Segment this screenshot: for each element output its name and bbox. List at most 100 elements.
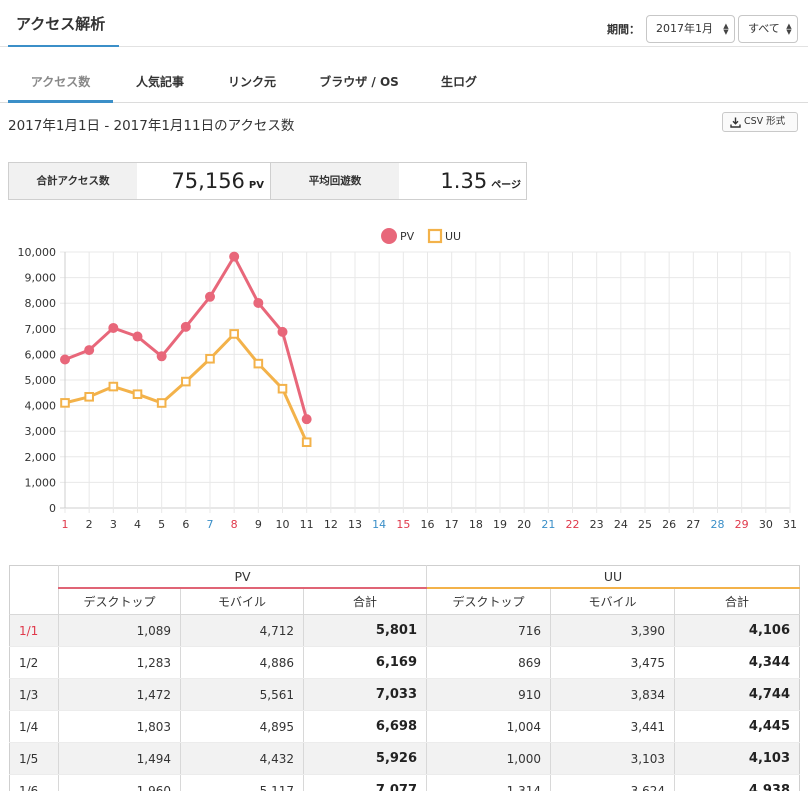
x-tick-label: 29 [735, 518, 749, 531]
x-tick-label: 10 [276, 518, 290, 531]
filter-select-value: すべて [748, 22, 780, 35]
csv-export-button[interactable]: CSV 形式 [722, 112, 798, 132]
tab-referrers[interactable]: リンク元 [214, 62, 290, 102]
x-tick-label: 23 [590, 518, 604, 531]
table-cell: 6,698 [303, 710, 428, 743]
month-select[interactable]: 2017年1月 ▲ ▼ [646, 15, 735, 43]
average-pages-value: 1.35 ページ [399, 163, 521, 199]
y-tick-label: 3,000 [25, 425, 57, 438]
x-tick-label: 3 [110, 518, 117, 531]
x-tick-label: 22 [566, 518, 580, 531]
select-arrows-icon: ▲ ▼ [786, 22, 792, 36]
table-cell: 3,390 [550, 614, 676, 647]
y-tick-label: 1,000 [25, 476, 57, 489]
data-point-uu [132, 389, 143, 400]
x-tick-label: 27 [686, 518, 700, 531]
data-point-pv [180, 321, 191, 332]
table-cell: 1,803 [58, 710, 181, 743]
column-header: デスクトップ [58, 587, 181, 615]
y-tick-label: 0 [49, 502, 56, 515]
title-underline [8, 45, 119, 47]
x-tick-label: 25 [638, 518, 652, 531]
page-title: アクセス解析 [16, 15, 106, 33]
y-tick-label: 6,000 [25, 348, 57, 361]
x-tick-label: 13 [348, 518, 362, 531]
x-tick-label: 2 [86, 518, 93, 531]
table-cell: 4,895 [180, 710, 304, 743]
tab-raw-log[interactable]: 生ログ [428, 62, 490, 102]
period-label: 期間： [607, 23, 640, 36]
x-tick-label: 21 [541, 518, 555, 531]
table-cell: 3,103 [550, 742, 676, 775]
group-header-pv: PV [58, 565, 428, 589]
table-row: 1/5 1,494 4,432 5,926 1,000 3,103 4,103 [9, 742, 801, 775]
table-row: 1/4 1,803 4,895 6,698 1,004 3,441 4,445 [9, 710, 801, 743]
table-corner [9, 587, 59, 615]
table-corner [9, 565, 59, 588]
average-pages-number: 1.35 [440, 169, 488, 193]
table-cell: 4,106 [674, 614, 801, 647]
table-cell: 1,004 [426, 710, 552, 743]
x-tick-label: 8 [231, 518, 238, 531]
date-range-heading: 2017年1月1日 - 2017年1月11日のアクセス数 [8, 118, 295, 134]
table-cell: 4,445 [674, 710, 801, 743]
data-point-pv [108, 322, 119, 333]
x-tick-label: 30 [759, 518, 773, 531]
table-cell: 5,117 [180, 774, 304, 791]
table-cell: 7,077 [303, 774, 428, 791]
tab-popular-articles[interactable]: 人気記事 [122, 62, 198, 102]
tab-browser-os[interactable]: ブラウザ / OS [304, 62, 414, 102]
table-group-header: PV UU [9, 565, 801, 589]
table-cell: 1,314 [426, 774, 552, 791]
x-tick-label: 9 [255, 518, 262, 531]
y-tick-label: 4,000 [25, 400, 57, 413]
average-pages-unit: ページ [491, 180, 521, 191]
x-tick-label: 6 [182, 518, 189, 531]
table-cell: 3,624 [550, 774, 676, 791]
y-tick-label: 8,000 [25, 297, 57, 310]
row-date: 1/4 [9, 710, 59, 743]
y-tick-label: 2,000 [25, 451, 57, 464]
x-tick-label: 18 [469, 518, 483, 531]
table-row: 1/1 1,089 4,712 5,801 716 3,390 4,106 [9, 614, 801, 647]
page: アクセス解析 期間： 2017年1月 ▲ ▼ すべて ▲ ▼ アクセス数 人気記事 … [0, 0, 808, 791]
summary-box: 合計アクセス数 75,156 PV 平均回遊数 1.35 ページ [8, 162, 527, 200]
x-tick-label: 12 [324, 518, 338, 531]
active-tab-indicator [8, 100, 113, 103]
table-cell: 869 [426, 646, 552, 679]
tab-bar: アクセス数 人気記事 リンク元 ブラウザ / OS 生ログ [0, 62, 808, 103]
table-cell: 910 [426, 678, 552, 711]
y-tick-label: 9,000 [25, 272, 57, 285]
column-header: 合計 [674, 587, 801, 615]
access-table: PV UU デスクトップ モバイル 合計 デスクトップ モバイル 合計 1/1 1… [9, 565, 801, 791]
y-tick-label: 5,000 [25, 374, 57, 387]
x-tick-label: 26 [662, 518, 676, 531]
data-point-uu [277, 383, 288, 394]
download-icon [730, 117, 741, 128]
data-point-uu [181, 376, 191, 387]
row-date: 1/2 [9, 646, 59, 679]
legend-label-uu: UU [445, 230, 461, 243]
data-point-pv [156, 351, 167, 362]
filter-select[interactable]: すべて ▲ ▼ [738, 15, 798, 43]
table-cell: 5,926 [303, 742, 428, 775]
data-point-pv [205, 291, 215, 302]
table-cell: 3,441 [550, 710, 676, 743]
data-point-uu [301, 437, 312, 448]
x-tick-label: 19 [493, 518, 507, 531]
data-point-uu [108, 381, 119, 392]
column-header: モバイル [180, 587, 304, 615]
data-point-uu [60, 398, 70, 408]
y-tick-label: 7,000 [25, 323, 57, 336]
legend-label-pv: PV [400, 230, 415, 243]
table-cell: 716 [426, 614, 552, 647]
x-tick-label: 24 [614, 518, 628, 531]
table-cell: 4,938 [674, 774, 801, 791]
page-header: アクセス解析 期間： 2017年1月 ▲ ▼ すべて ▲ ▼ [0, 0, 808, 47]
tab-access-count[interactable]: アクセス数 [8, 62, 113, 102]
data-point-pv [60, 354, 70, 365]
data-point-pv [253, 297, 264, 308]
month-select-value: 2017年1月 [656, 22, 713, 35]
x-tick-label: 20 [517, 518, 531, 531]
table-cell: 5,801 [303, 614, 428, 647]
